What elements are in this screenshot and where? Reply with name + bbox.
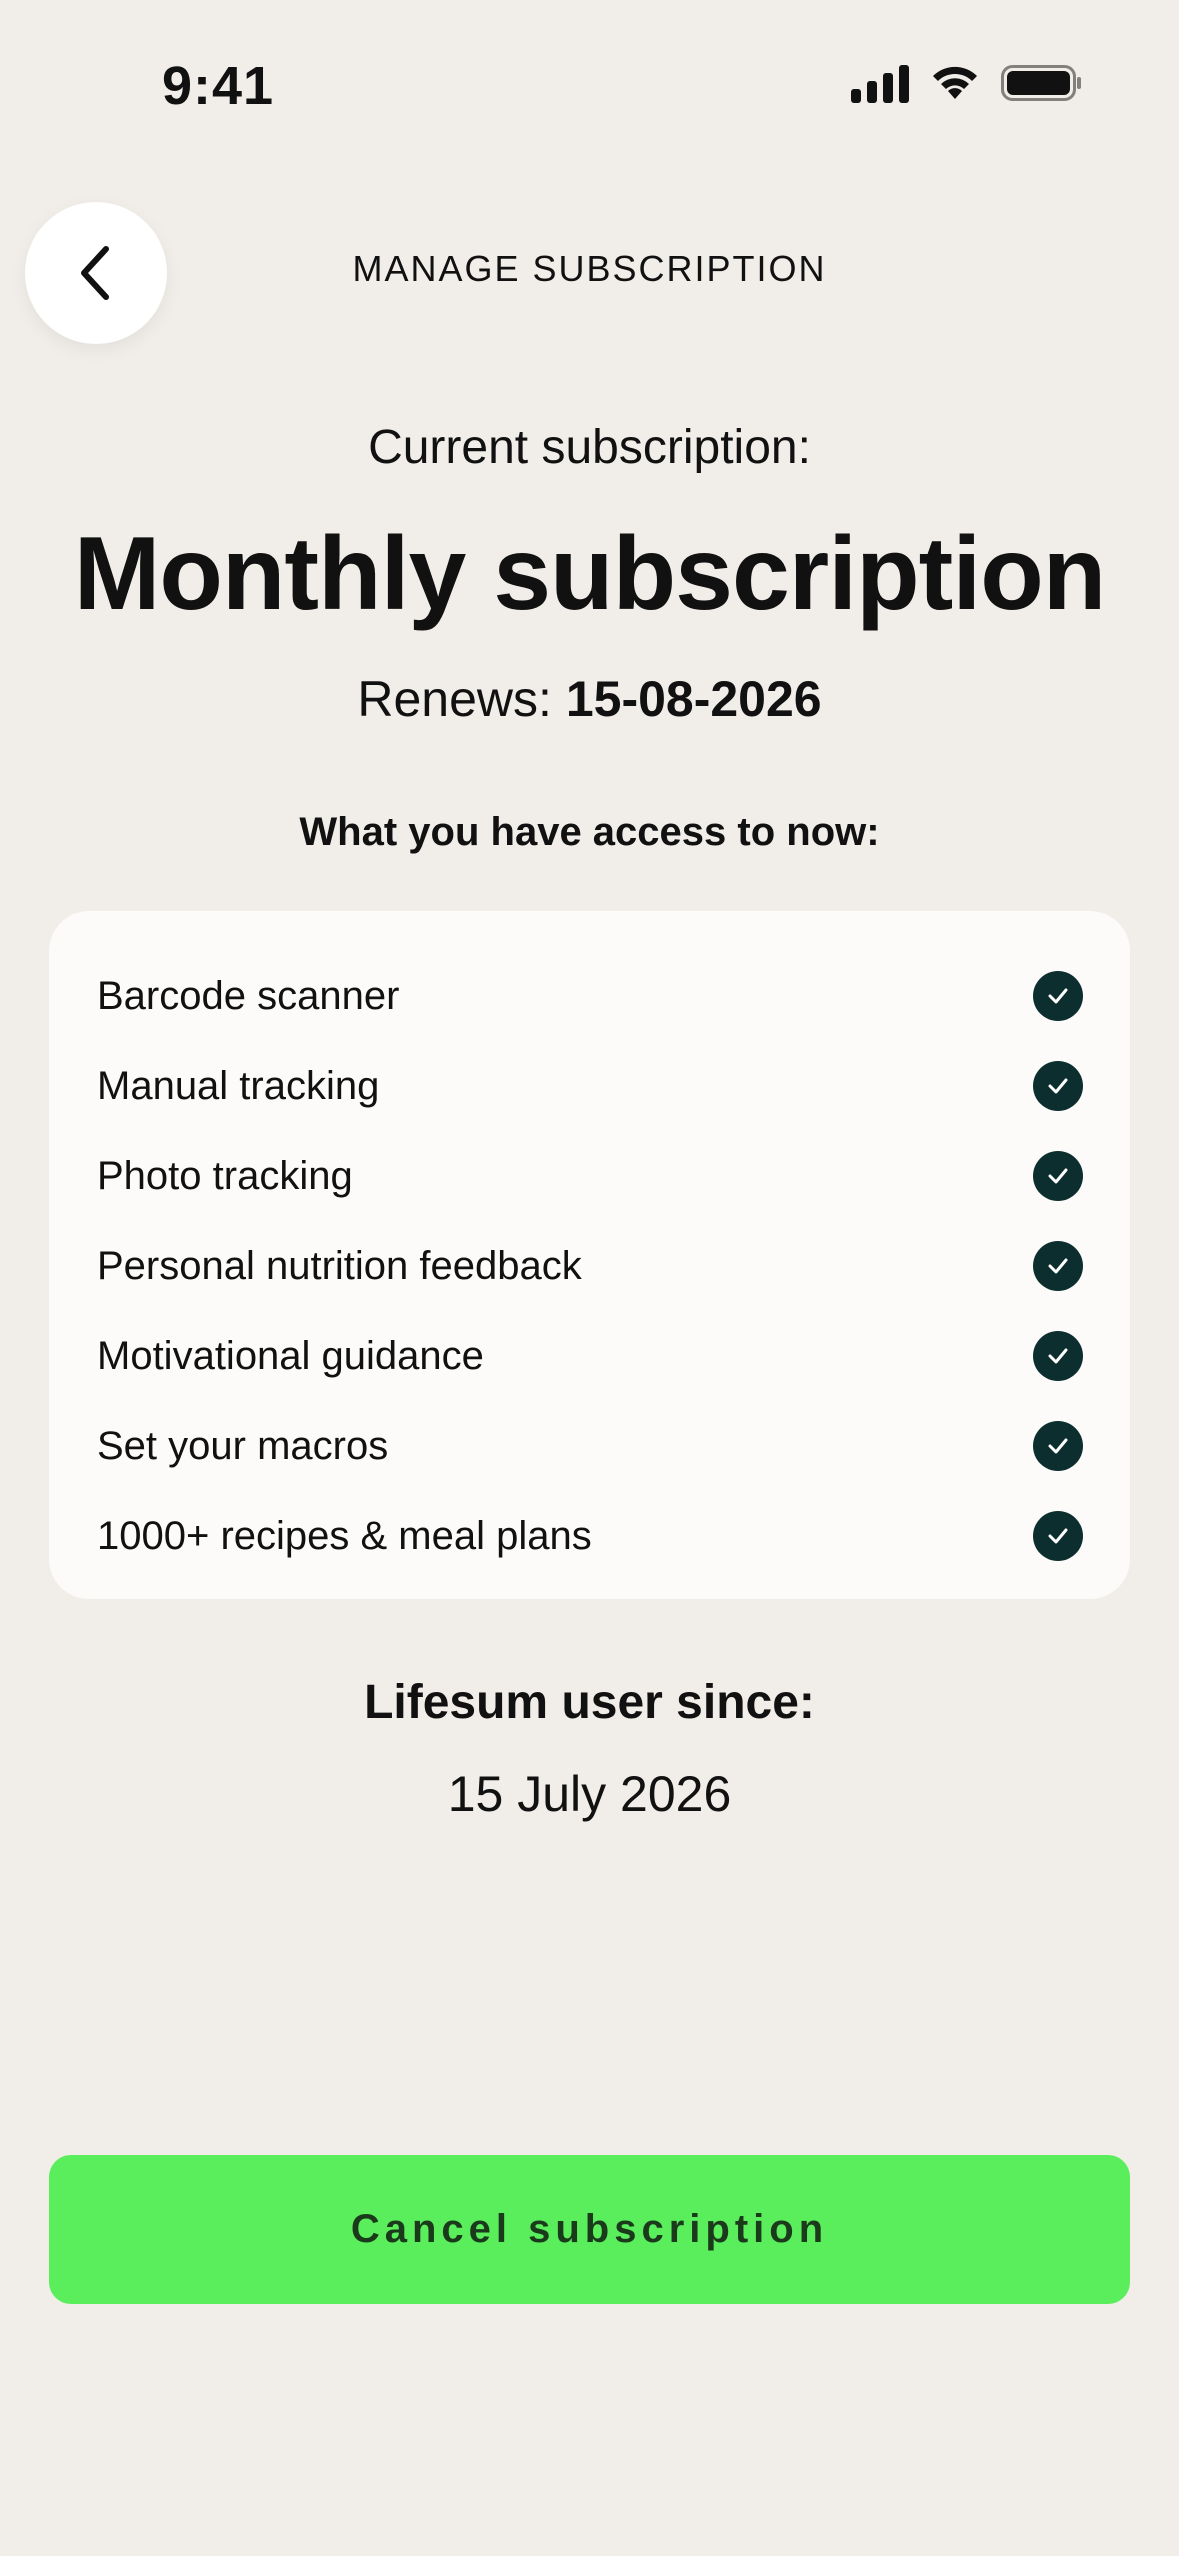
- feature-label: Set your macros: [97, 1423, 389, 1468]
- user-since-date: 15 July 2026: [447, 1766, 732, 1822]
- status-bar: 9:41: [0, 0, 1179, 150]
- status-icons: [851, 63, 1083, 103]
- feature-label: Personal nutrition feedback: [97, 1243, 582, 1288]
- battery-icon: [1001, 65, 1081, 101]
- current-subscription-label: Current subscription:: [368, 421, 811, 474]
- feature-label: Motivational guidance: [97, 1333, 484, 1378]
- check-circle-icon: [1033, 971, 1083, 1021]
- feature-row-photo-tracking: Photo tracking: [97, 1131, 1083, 1221]
- feature-row-barcode-scanner: Barcode scanner: [97, 951, 1083, 1041]
- check-circle-icon: [1033, 1241, 1083, 1291]
- check-circle-icon: [1033, 1061, 1083, 1111]
- status-time: 9:41: [162, 56, 275, 116]
- check-circle-icon: [1033, 1511, 1083, 1561]
- plan-name: Monthly subscription: [73, 516, 1107, 632]
- feature-label: 1000+ recipes & meal plans: [97, 1513, 592, 1558]
- feature-label: Manual tracking: [97, 1063, 380, 1108]
- access-heading: What you have access to now:: [299, 810, 880, 854]
- check-circle-icon: [1033, 1331, 1083, 1381]
- wifi-icon: [933, 66, 977, 99]
- renews-label: Renews:: [357, 671, 552, 727]
- renews-date: 15-08-2026: [565, 671, 822, 727]
- feature-row-personal-nutrition-feedback: Personal nutrition feedback: [97, 1221, 1083, 1311]
- cancel-subscription-button[interactable]: Cancel subscription: [49, 2155, 1130, 2304]
- feature-row-manual-tracking: Manual tracking: [97, 1041, 1083, 1131]
- feature-label: Photo tracking: [97, 1153, 353, 1198]
- feature-row-recipes-meal-plans: 1000+ recipes & meal plans: [97, 1491, 1083, 1581]
- feature-row-set-your-macros: Set your macros: [97, 1401, 1083, 1491]
- check-circle-icon: [1033, 1421, 1083, 1471]
- features-card: Barcode scanner Manual tracking Photo tr…: [49, 911, 1130, 1599]
- renews-line: Renews: 15-08-2026: [0, 670, 1179, 728]
- user-since-label: Lifesum user since:: [364, 1676, 815, 1729]
- feature-label: Barcode scanner: [97, 973, 400, 1018]
- cellular-signal-icon: [851, 63, 909, 103]
- feature-row-motivational-guidance: Motivational guidance: [97, 1311, 1083, 1401]
- page-title: MANAGE SUBSCRIPTION: [352, 248, 827, 289]
- check-circle-icon: [1033, 1151, 1083, 1201]
